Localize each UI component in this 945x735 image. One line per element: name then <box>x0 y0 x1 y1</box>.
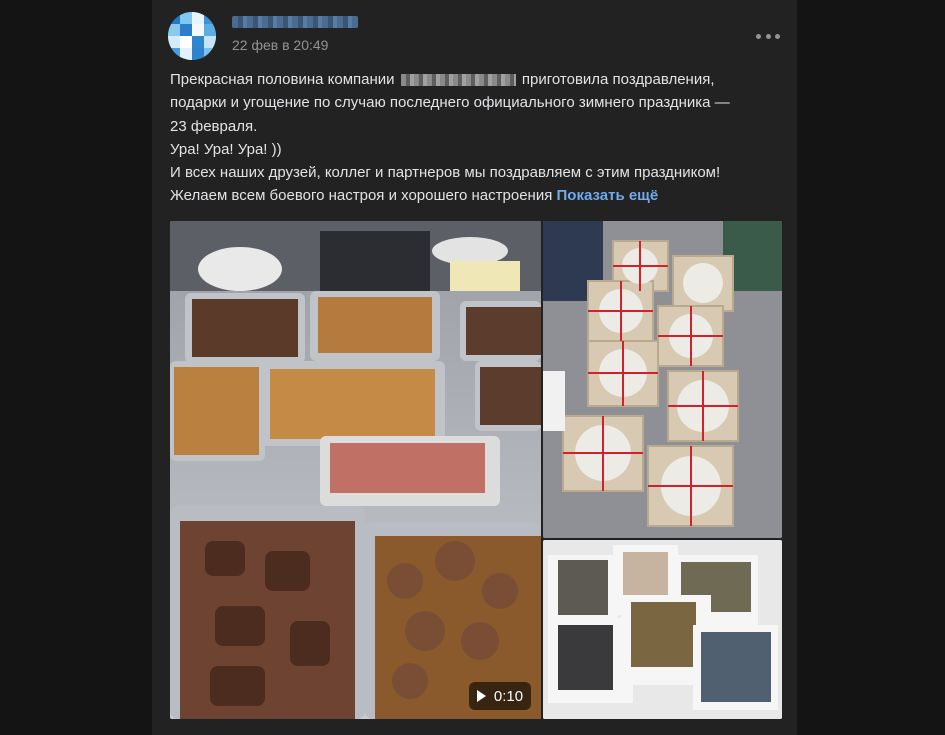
post-text: Прекрасная половина компании приготовила… <box>170 68 770 208</box>
photo-cakes[interactable] <box>543 221 782 538</box>
author-name-blurred[interactable] <box>232 16 358 28</box>
post-text-line: подарки и угощение по случаю последнего … <box>170 94 730 112</box>
play-icon <box>476 690 486 702</box>
more-options-button[interactable] <box>756 28 780 44</box>
author-avatar[interactable] <box>168 12 216 60</box>
cakes-photo-image <box>543 221 782 538</box>
food-photo-image <box>170 221 541 719</box>
post-date[interactable]: 22 фев в 20:49 <box>232 37 328 53</box>
post-text-line: Прекрасная половина компании приготовила… <box>170 71 715 88</box>
post-text-line: Желаем всем боевого настроя и хорошего н… <box>170 187 659 205</box>
video-thumbnail-food[interactable] <box>170 221 541 719</box>
video-duration: 0:10 <box>493 687 524 705</box>
post-text-line: И всех наших друзей, коллег и партнеров … <box>170 164 721 182</box>
video-duration-badge[interactable]: 0:10 <box>469 682 531 710</box>
printed-photos-image <box>543 540 782 719</box>
company-name-blurred <box>400 74 516 87</box>
post-text-line: Ура! Ура! Ура! )) <box>170 140 282 158</box>
more-horizontal-icon <box>756 33 761 39</box>
post-text-line: 23 февраля. <box>170 117 258 135</box>
show-more-link[interactable]: Показать ещё <box>557 187 659 204</box>
photo-printed-pictures[interactable] <box>543 540 782 719</box>
